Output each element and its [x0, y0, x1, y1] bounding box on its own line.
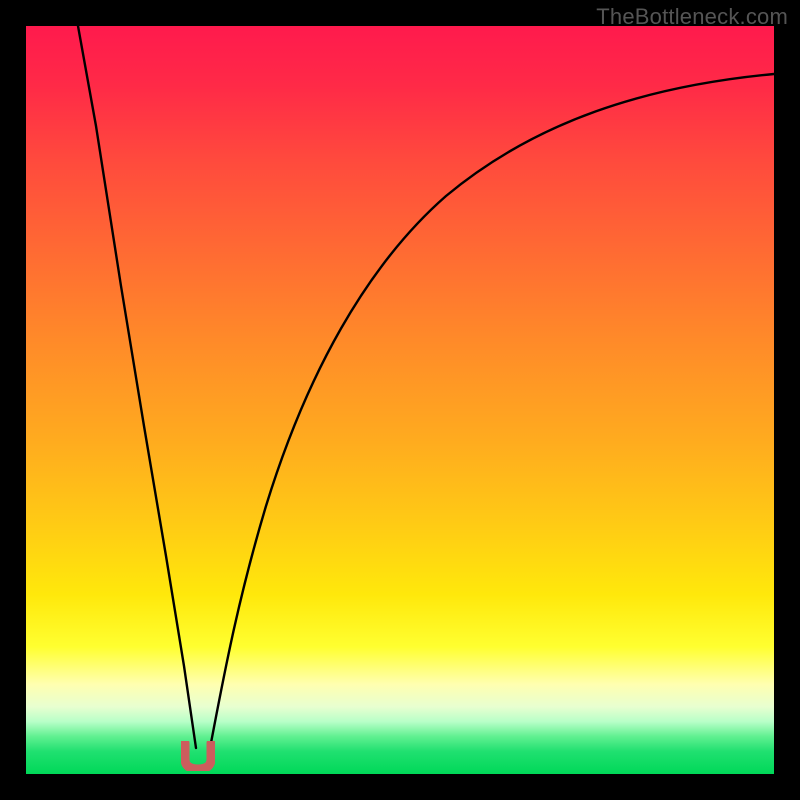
marker-u-shape — [185, 743, 211, 769]
curve-right-branch — [210, 74, 774, 748]
minimum-marker — [181, 741, 215, 771]
curve-left-branch — [78, 26, 196, 748]
chart-frame — [26, 26, 774, 774]
bottleneck-curve — [26, 26, 774, 774]
